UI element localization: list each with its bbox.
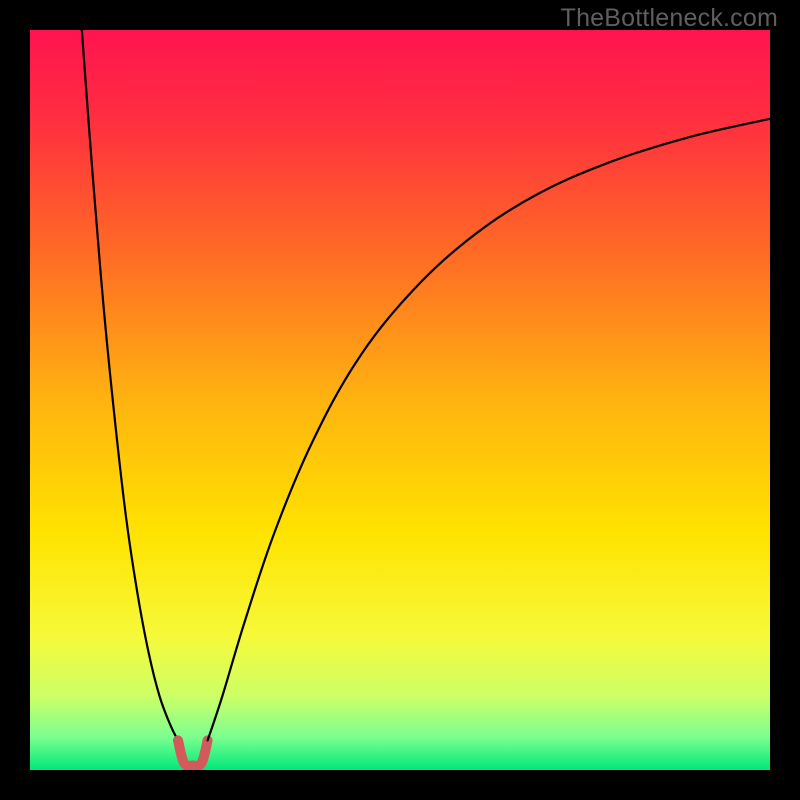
curve-layer [30, 30, 770, 770]
series-dip [178, 740, 208, 765]
chart-frame: TheBottleneck.com [0, 0, 800, 800]
plot-area [30, 30, 770, 770]
series-left-curve [82, 30, 178, 740]
watermark-text: TheBottleneck.com [561, 4, 778, 33]
series-right-curve [208, 119, 770, 741]
